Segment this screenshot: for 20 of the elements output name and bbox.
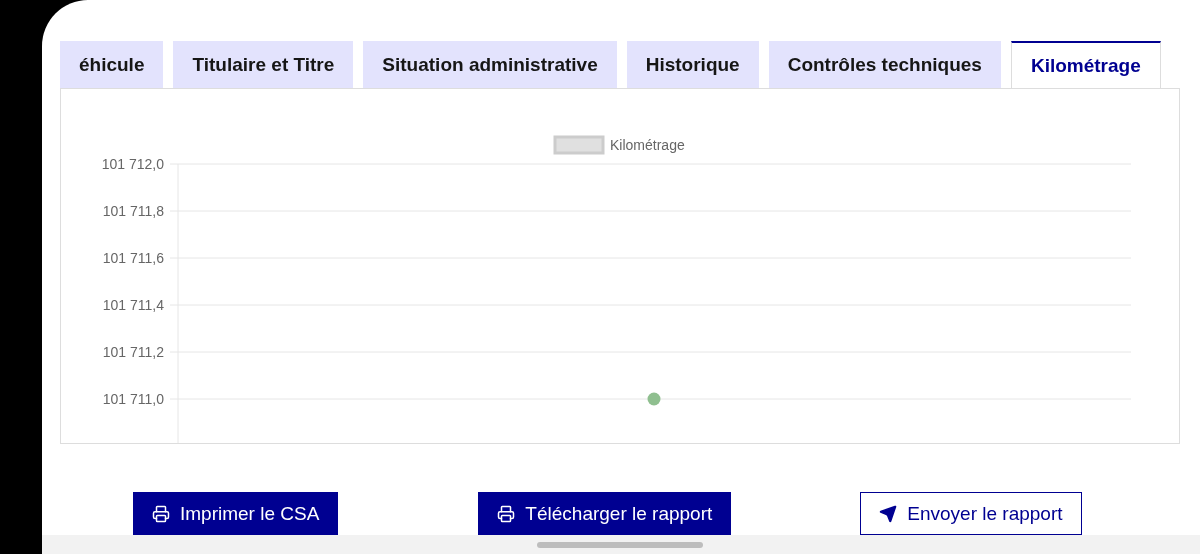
action-button[interactable]: Imprimer le CSA <box>133 492 339 535</box>
tab[interactable]: Titulaire et Titre <box>173 41 354 88</box>
tab[interactable]: Situation administrative <box>363 41 617 88</box>
legend-swatch <box>553 135 605 155</box>
action-button[interactable]: Télécharger le rapport <box>478 492 732 535</box>
tab[interactable]: Historique <box>626 41 759 88</box>
axis-tick-label: 101 711,0 <box>102 391 164 407</box>
tab[interactable]: Contrôles techniques <box>768 41 1001 88</box>
legend-label: Kilométrage <box>610 137 685 153</box>
tab[interactable]: éhicule <box>60 41 164 88</box>
axis-tick-label: 101 711,2 <box>102 344 164 360</box>
axis-tick-label: 101 711,6 <box>102 250 164 266</box>
axis-tick-label: 101 712,0 <box>101 156 164 172</box>
axis-tick-label: 101 711,8 <box>102 203 164 219</box>
printer-icon <box>497 504 516 523</box>
tab[interactable]: Kilométrage <box>1010 41 1161 88</box>
axis-tick-label: 101 711,4 <box>102 297 164 313</box>
action-button[interactable]: Envoyer le rapport <box>860 492 1082 535</box>
send-icon <box>879 504 898 523</box>
printer-icon <box>152 504 170 523</box>
